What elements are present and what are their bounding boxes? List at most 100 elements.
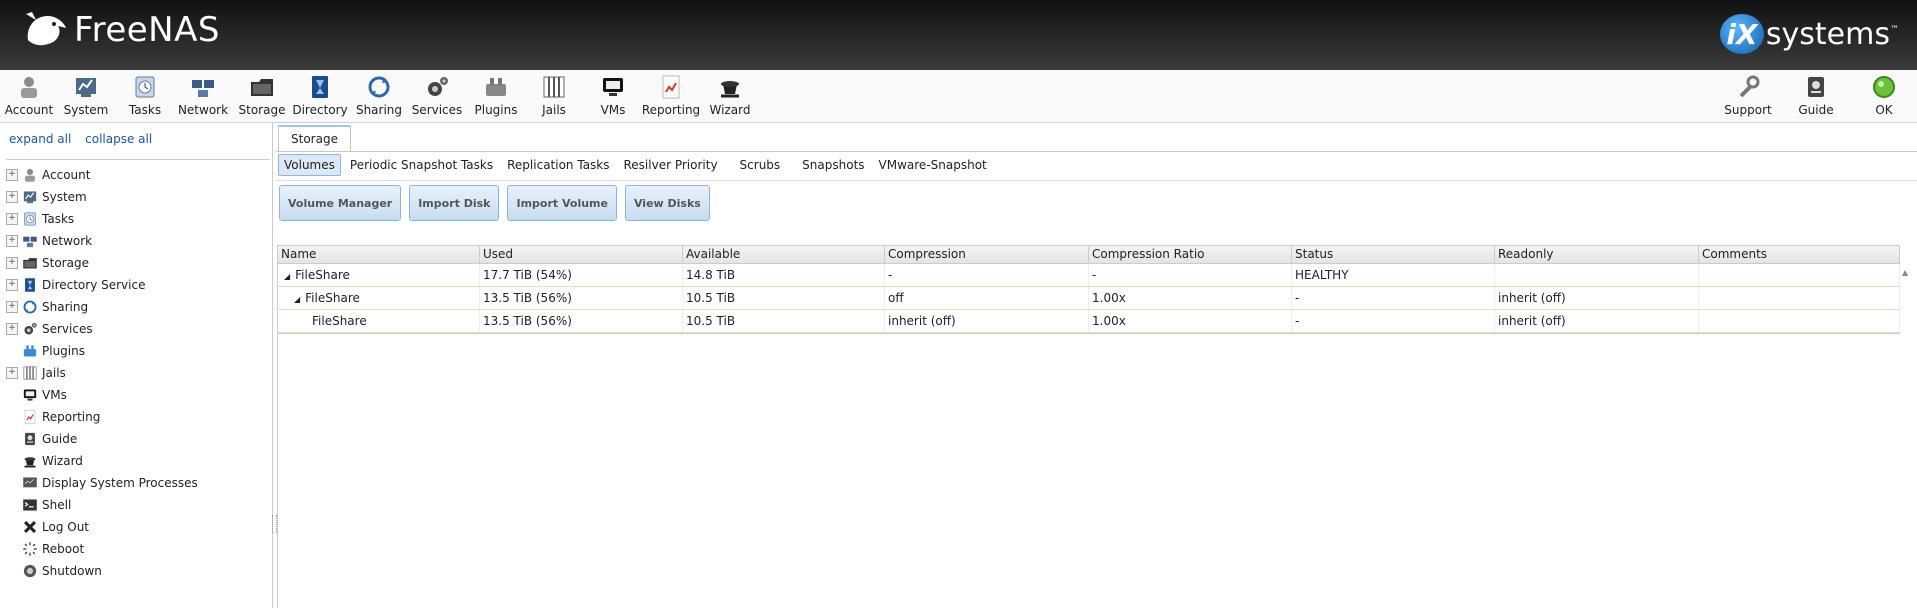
sidebar-item-account[interactable]: + Account — [6, 164, 270, 186]
network-icon — [22, 233, 38, 249]
subtab-scrubs[interactable]: Scrubs — [735, 155, 786, 175]
column-header-available[interactable]: Available — [683, 246, 885, 263]
plugins-blue-icon — [22, 343, 38, 359]
sidebar-item-display-system-processes[interactable]: Display System Processes — [6, 472, 270, 494]
guide-icon — [22, 431, 38, 447]
expand-toggle-icon[interactable]: + — [6, 301, 18, 313]
sidebar-item-label: Log Out — [42, 520, 90, 534]
column-header-used[interactable]: Used — [480, 246, 683, 263]
vms-icon — [22, 387, 38, 403]
expand-toggle-icon[interactable]: + — [6, 235, 18, 247]
column-header-compression[interactable]: Compression — [885, 246, 1089, 263]
toolbar-ok-button[interactable]: OK — [1848, 74, 1917, 117]
column-header-compression-ratio[interactable]: Compression Ratio — [1089, 246, 1292, 263]
expand-toggle-icon[interactable]: + — [6, 213, 18, 225]
sidebar-item-shell[interactable]: Shell — [6, 494, 270, 516]
sidebar-item-storage[interactable]: + Storage — [6, 252, 270, 274]
expand-toggle-icon[interactable]: + — [6, 279, 18, 291]
reporting-icon — [22, 409, 38, 425]
cell-available: 14.8 TiB — [683, 264, 885, 286]
navigation-sidebar: expand all collapse all + Account + System +… — [0, 123, 273, 608]
expand-toggle-icon[interactable]: + — [6, 323, 18, 335]
cell-comments — [1699, 287, 1900, 309]
support-icon — [1735, 74, 1761, 100]
expand-toggle-icon[interactable]: + — [6, 257, 18, 269]
cell-compression-ratio: 1.00x — [1089, 287, 1292, 309]
import-volume-button[interactable]: Import Volume — [507, 185, 617, 221]
table-row[interactable]: ◢ FileShare 17.7 TiB (54%) 14.8 TiB - - HEALTH… — [278, 264, 1900, 287]
sidebar-item-wizard[interactable]: Wizard — [6, 450, 270, 472]
sidebar-item-jails[interactable]: + Jails — [6, 362, 270, 384]
column-header-comments[interactable]: Comments — [1699, 246, 1900, 263]
volume-manager-button[interactable]: Volume Manager — [279, 185, 402, 221]
ix-badge: iX — [1719, 14, 1764, 54]
tree-expander-icon[interactable]: ◢ — [284, 272, 290, 281]
subtab-periodic-snapshot-tasks[interactable]: Periodic Snapshot Tasks — [345, 155, 498, 175]
main-content: Storage Volumes Periodic Snapshot Tasks Re… — [276, 123, 1917, 608]
cell-compression: - — [885, 264, 1089, 286]
collapse-all-link[interactable]: collapse all — [85, 132, 152, 146]
toolbar-wizard-button[interactable]: Wizard — [694, 74, 766, 117]
top-header: FreeNAS™ iX systems™ — [0, 0, 1917, 70]
sidebar-item-shutdown[interactable]: Shutdown — [6, 560, 270, 582]
scroll-up-arrow-icon[interactable]: ▲ — [1902, 268, 1908, 277]
sidebar-item-label: Guide — [42, 432, 78, 446]
cell-used: 13.5 TiB (56%) — [480, 287, 683, 309]
sidebar-item-guide[interactable]: Guide — [6, 428, 270, 450]
ixsystems-logo: iX systems™ — [1719, 14, 1899, 54]
subtab-snapshots[interactable]: Snapshots — [797, 155, 869, 175]
cell-available: 10.5 TiB — [683, 310, 885, 332]
table-row[interactable]: ◢ FileShare 13.5 TiB (56%) 10.5 TiB off 1.00x… — [278, 287, 1900, 310]
column-header-status[interactable]: Status — [1292, 246, 1495, 263]
system-icon — [22, 189, 38, 205]
sidebar-item-plugins[interactable]: Plugins — [6, 340, 270, 362]
account-icon — [22, 167, 38, 183]
storage-subtabs: Volumes Periodic Snapshot Tasks Replicatio… — [278, 154, 996, 176]
sidebar-item-reboot[interactable]: Reboot — [6, 538, 270, 560]
sidebar-item-label: Shutdown — [42, 564, 102, 578]
subtab-volumes[interactable]: Volumes — [278, 154, 341, 176]
sidebar-item-label: Services — [42, 322, 93, 336]
subtab-vmware-snapshot[interactable]: VMware-Snapshot — [874, 155, 992, 175]
expand-toggle-icon[interactable]: + — [6, 169, 18, 181]
subtab-resilver-priority[interactable]: Resilver Priority — [619, 155, 723, 175]
import-disk-button[interactable]: Import Disk — [409, 185, 500, 221]
subtab-replication-tasks[interactable]: Replication Tasks — [502, 155, 614, 175]
volume-actions: Volume Manager Import Disk Import Volume Vi… — [279, 185, 718, 221]
view-disks-button[interactable]: View Disks — [624, 185, 710, 221]
expand-toggle-icon[interactable]: + — [6, 367, 18, 379]
tab-storage[interactable]: Storage — [278, 125, 351, 151]
column-header-name[interactable]: Name — [278, 246, 480, 263]
main-toolbar: Account System Tasks Network Storage Director… — [0, 70, 1917, 123]
cell-readonly: inherit (off) — [1495, 287, 1699, 309]
tree-expander-icon[interactable]: ◢ — [294, 295, 300, 304]
sidebar-item-services[interactable]: + Services — [6, 318, 270, 340]
expand-all-link[interactable]: expand all — [9, 132, 71, 146]
sidebar-item-label: System — [42, 190, 87, 204]
cell-compression: off — [885, 287, 1089, 309]
sidebar-item-log-out[interactable]: Log Out — [6, 516, 270, 538]
sharing-icon — [22, 299, 38, 315]
sidebar-item-tasks[interactable]: + Tasks — [6, 208, 270, 230]
guide-icon — [1803, 74, 1829, 100]
sidebar-item-vms[interactable]: VMs — [6, 384, 270, 406]
sidebar-item-directory-service[interactable]: + Directory Service — [6, 274, 270, 296]
sidebar-item-label: VMs — [42, 388, 67, 402]
table-row[interactable]: FileShare 13.5 TiB (56%) 10.5 TiB inherit (… — [278, 310, 1900, 333]
cell-readonly: inherit (off) — [1495, 310, 1699, 332]
toolbar-guide-button[interactable]: Guide — [1780, 74, 1852, 117]
expand-toggle-icon[interactable]: + — [6, 191, 18, 203]
sidebar-item-label: Jails — [42, 366, 66, 380]
cell-name: ◢ FileShare — [278, 287, 480, 309]
grid-header: Name Used Available Compression Compression … — [278, 246, 1900, 264]
cell-used: 17.7 TiB (54%) — [480, 264, 683, 286]
sidebar-item-system[interactable]: + System — [6, 186, 270, 208]
sidebar-item-reporting[interactable]: Reporting — [6, 406, 270, 428]
sidebar-item-label: Account — [42, 168, 91, 182]
sidebar-item-network[interactable]: + Network — [6, 230, 270, 252]
sidebar-item-label: Wizard — [42, 454, 83, 468]
dataset-name: FileShare — [295, 268, 350, 282]
sidebar-item-sharing[interactable]: + Sharing — [6, 296, 270, 318]
column-header-readonly[interactable]: Readonly — [1495, 246, 1699, 263]
toolbar-support-button[interactable]: Support — [1712, 74, 1784, 117]
